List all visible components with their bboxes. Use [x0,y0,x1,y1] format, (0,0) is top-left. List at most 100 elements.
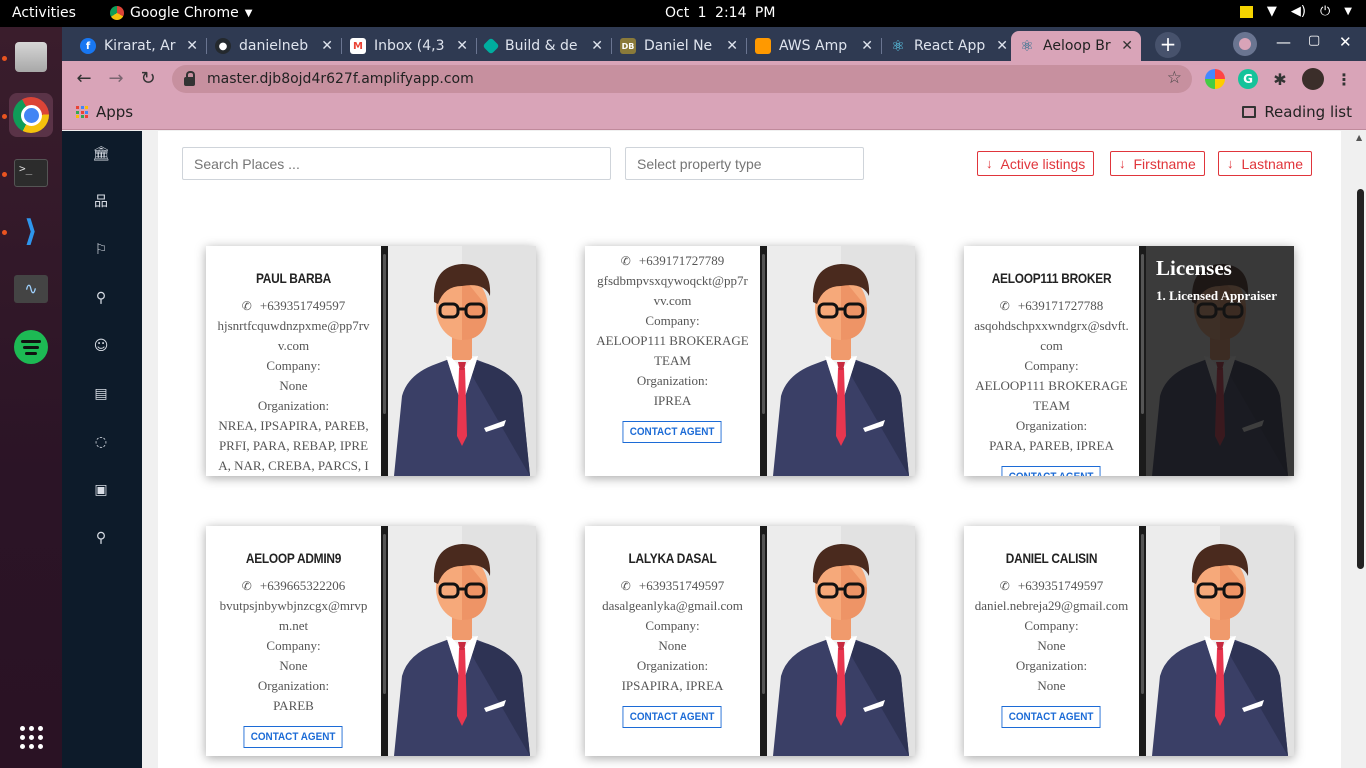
property-type-select[interactable] [625,147,864,180]
contact-agent-button[interactable]: CONTACT AGENT [622,706,723,728]
back-icon[interactable]: ← [71,66,97,92]
agent-organization: NREA, IPSAPIRA, PAREB, PRFI, PARA, REBAP… [218,418,369,473]
org-chart-icon[interactable]: 品 [92,193,110,211]
user-icon[interactable]: ☺︎ [92,337,110,355]
tab-facebook[interactable]: f Kirarat, Ar ✕ [72,31,206,61]
card-scrollbar[interactable] [1139,246,1146,476]
document-icon[interactable]: ▤ [92,385,110,403]
licenses-overlay: Licenses 1. Licensed Appraiser [1146,246,1294,476]
agent-name: LALYKA DASAL [628,550,717,566]
tab-aws-docs[interactable]: DB Daniel Ne ✕ [612,31,746,61]
dock-spotify[interactable] [9,325,53,369]
address-bar[interactable]: master.djb8ojd4r627f.amplifyapp.com ☆ [172,65,1192,93]
extensions-puzzle-icon[interactable]: ✱ [1270,69,1290,89]
reading-list-button[interactable]: Reading list [1242,103,1352,121]
sort-active-listings-button[interactable]: ↓ Active listings [977,151,1095,176]
agent-organization: PARA, PAREB, IPREA [989,438,1114,453]
card-scrollbar[interactable] [381,526,388,756]
avatar[interactable] [1302,68,1324,90]
company-label: Company: [266,638,321,653]
bookmark-star-icon[interactable]: ☆ [1167,68,1182,88]
reload-icon[interactable]: ↻ [135,66,161,92]
organization-label: Organization: [636,373,709,388]
tab-strip: f Kirarat, Ar ✕ ● danielneb ✕ M Inbox (4… [62,27,1366,61]
agent-card[interactable]: AELOOP111 BROKER ✆ +639171727788 asqohdsc… [964,246,1294,476]
apps-shortcut[interactable]: Apps [76,103,133,121]
scrollbar-thumb[interactable] [1357,189,1364,569]
close-icon[interactable]: ✕ [996,38,1008,54]
search-places-input[interactable] [182,147,611,180]
close-icon[interactable]: ✕ [1121,38,1133,54]
contact-agent-button[interactable]: CONTACT AGENT [1001,466,1102,476]
power-icon: ⏻ [1320,4,1331,19]
color-picker-extension-icon[interactable] [1205,69,1225,89]
close-icon[interactable]: ✕ [186,38,198,54]
tab-react-app[interactable]: ⚛ React App ✕ [882,31,1016,61]
contact-agent-button[interactable]: CONTACT AGENT [243,726,344,748]
card-scrollbar[interactable] [760,526,767,756]
dock-files[interactable] [9,35,53,79]
agent-card[interactable]: PAUL BARBA ✆ +639351749597 hjsnrtfcquwdnz… [206,246,536,476]
agent-card[interactable]: AELOOP ADMIN9 ✆ +639665322206 bvutpsjnbyw… [206,526,536,756]
tab-title: Aeloop Br [1043,38,1111,54]
tab-aws-amplify[interactable]: AWS Amp ✕ [747,31,881,61]
new-tab-button[interactable]: + [1155,32,1181,58]
contact-agent-button[interactable]: CONTACT AGENT [622,421,723,443]
show-applications-button[interactable] [9,715,53,759]
notes-indicator-icon[interactable] [1239,6,1253,18]
card-scrollbar[interactable] [381,246,388,476]
page-scrollbar[interactable]: ▲ [1354,131,1366,768]
agent-card[interactable]: LALYKA DASAL ✆ +639351749597 dasalgeanlyk… [585,526,915,756]
scroll-up-icon[interactable]: ▲ [1356,133,1362,142]
agent-name: AELOOP ADMIN9 [245,550,342,566]
user-search-icon[interactable]: ⚲ [92,289,110,307]
sort-lastname-button[interactable]: ↓ Lastname [1218,151,1312,176]
system-tray[interactable]: ▼ ◀) ⏻ ▼ [1239,4,1352,19]
card-scrollbar[interactable] [760,246,767,476]
flag-icon[interactable]: ⚐ [92,241,110,259]
agent-info: LALYKA DASAL ✆ +639351749597 dasalgeanlyk… [585,526,760,756]
tab-github[interactable]: ● danielneb ✕ [207,31,341,61]
agent-photo [388,246,536,476]
close-icon[interactable]: ✕ [456,38,468,54]
tab-aeloop-active[interactable]: ⚛ Aeloop Br ✕ [1011,31,1141,61]
phone-number: +639171727788 [1017,298,1104,313]
grammarly-icon[interactable]: G [1238,69,1258,89]
dock-chrome[interactable] [9,93,53,137]
forward-icon[interactable]: → [103,66,129,92]
chat-icon[interactable]: ◌ [92,433,110,451]
dock-system-monitor[interactable]: ∿ [9,267,53,311]
company-label: Company: [645,313,700,328]
bank-icon[interactable]: 🏛︎ [92,145,110,163]
close-icon[interactable]: ✕ [726,38,738,54]
sort-firstname-button[interactable]: ↓ Firstname [1110,151,1205,176]
tab-netlify[interactable]: Build & de ✕ [477,31,611,61]
contact-agent-button[interactable]: CONTACT AGENT [1001,706,1102,728]
tab-title: danielneb [239,38,309,54]
tab-gmail[interactable]: M Inbox (4,3 ✕ [342,31,476,61]
activities-button[interactable]: Activities [12,5,76,21]
agent-phone: ✆ +639171727788 [964,296,1139,316]
kebab-menu-icon[interactable]: ⋮ [1334,69,1354,89]
close-window-icon[interactable]: ✕ [1339,33,1352,51]
close-icon[interactable]: ✕ [591,38,603,54]
app-grid-icon [19,725,43,749]
agent-info: AELOOP111 BROKER ✆ +639171727788 asqohdsc… [964,246,1139,476]
close-icon[interactable]: ✕ [861,38,873,54]
user-settings-icon[interactable]: ⚲ [92,529,110,547]
dock-vscode[interactable]: ⟩ [9,209,53,253]
terminal-icon: >_ [14,159,48,187]
dock-terminal[interactable]: >_ [9,151,53,195]
files-icon [15,42,47,72]
card-scrollbar[interactable] [1139,526,1146,756]
app-menu[interactable]: Google Chrome ▼ [110,5,252,21]
maximize-icon[interactable]: ▢ [1308,33,1320,48]
clock[interactable]: Oct 1 2:14 PM [665,5,775,21]
tab-search-icon[interactable] [1233,32,1257,56]
close-icon[interactable]: ✕ [321,38,333,54]
id-card-icon[interactable]: ▣ [92,481,110,499]
agent-card[interactable]: DANIEL CALISIN ✆ +639351749597 daniel.neb… [964,526,1294,756]
volume-icon: ◀) [1290,4,1306,19]
minimize-icon[interactable]: — [1276,33,1291,51]
agent-card[interactable]: ✆ +639171727789 gfsdbmpvsxqywoqckt@pp7rvv… [585,246,915,476]
